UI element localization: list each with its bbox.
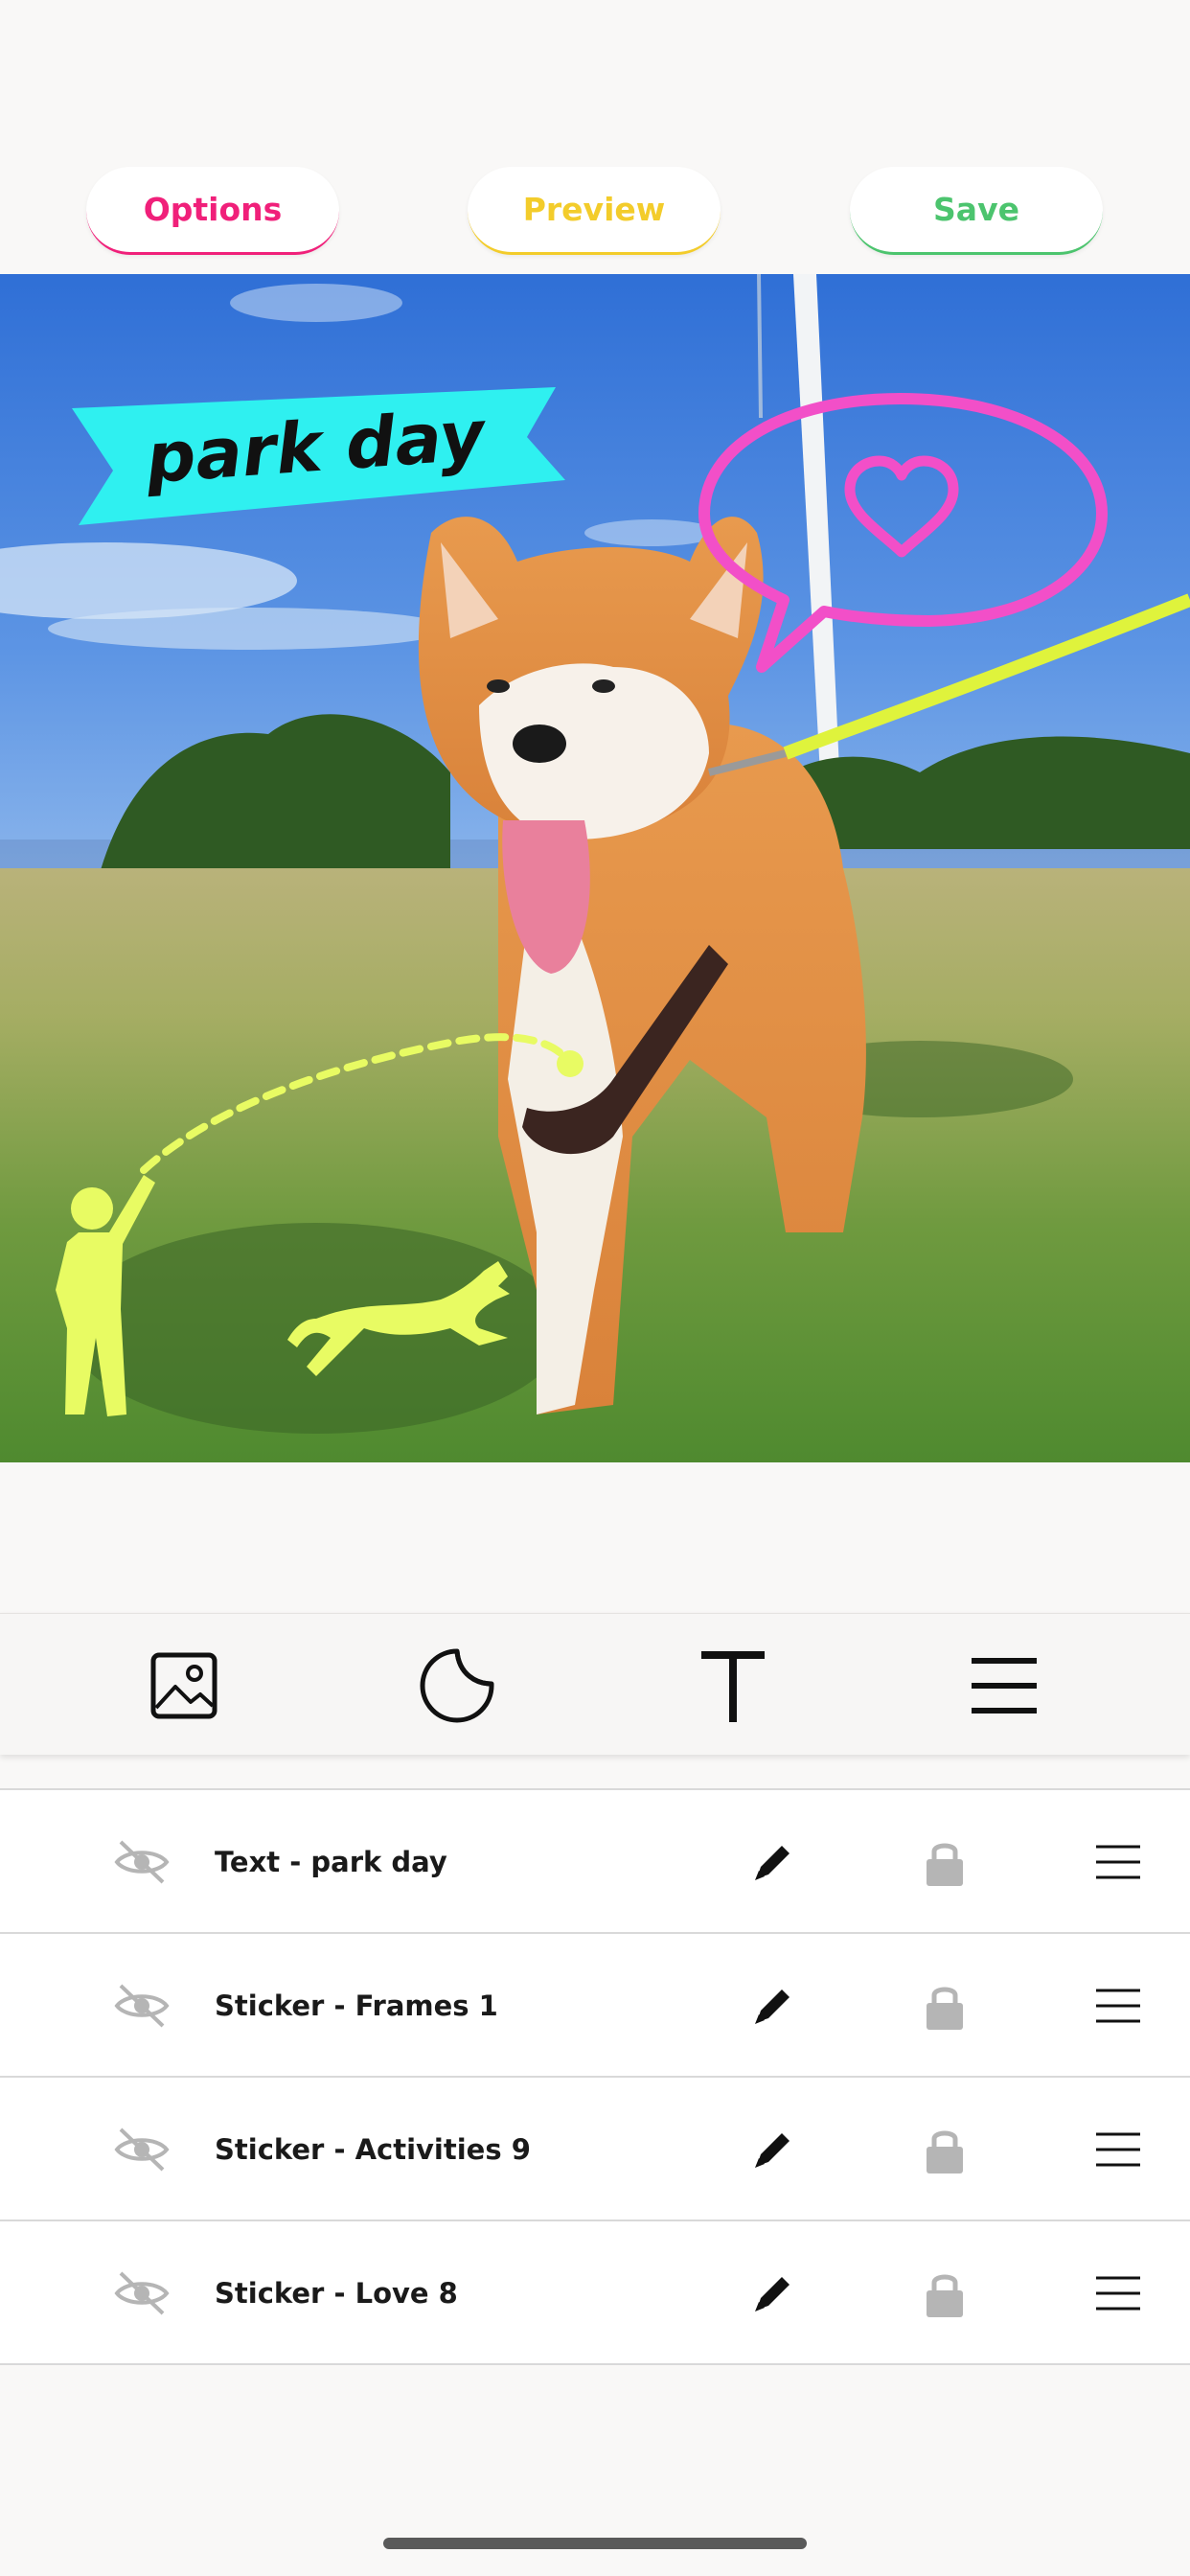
visibility-off-icon[interactable]: [113, 2269, 171, 2317]
layer-row[interactable]: Sticker - Frames 1: [0, 1934, 1190, 2078]
layer-name: Sticker - Activities 9: [215, 2133, 531, 2166]
image-icon: [150, 1652, 217, 1719]
preview-button[interactable]: Preview: [468, 167, 721, 255]
pencil-icon[interactable]: [747, 2126, 797, 2175]
top-bar: Options Preview Save: [0, 0, 1190, 274]
visibility-off-icon[interactable]: [113, 1838, 171, 1886]
drag-handle-icon[interactable]: [1094, 2274, 1142, 2312]
drag-handle-icon[interactable]: [1094, 1843, 1142, 1881]
bottom-toolbar: [0, 1613, 1190, 1755]
layer-name: Sticker - Love 8: [215, 2277, 458, 2310]
visibility-off-icon[interactable]: [113, 2126, 171, 2174]
pencil-icon[interactable]: [747, 1838, 797, 1888]
editor-canvas[interactable]: park day: [0, 274, 1190, 1462]
home-indicator: [383, 2538, 807, 2549]
layers-menu-button[interactable]: [961, 1643, 1047, 1729]
layers-list: Text - park day Sticker - Frames 1 Stick…: [0, 1788, 1190, 2365]
lock-icon[interactable]: [923, 1836, 967, 1888]
layer-name: Sticker - Frames 1: [215, 1990, 498, 2022]
drag-handle-icon[interactable]: [1094, 1987, 1142, 2025]
layer-row[interactable]: Text - park day: [0, 1790, 1190, 1934]
layers-menu-icon: [972, 1658, 1037, 1714]
text-icon: [701, 1651, 765, 1722]
photo-canvas[interactable]: park day: [0, 274, 1190, 1462]
options-button[interactable]: Options: [86, 167, 339, 255]
lock-icon[interactable]: [923, 2267, 967, 2319]
layer-row[interactable]: Sticker - Activities 9: [0, 2078, 1190, 2221]
drag-handle-icon[interactable]: [1094, 2130, 1142, 2169]
layer-row[interactable]: Sticker - Love 8: [0, 2221, 1190, 2365]
add-text-button[interactable]: [690, 1643, 776, 1729]
save-button[interactable]: Save: [850, 167, 1103, 255]
add-image-button[interactable]: [141, 1643, 227, 1729]
pencil-icon[interactable]: [747, 1982, 797, 2032]
visibility-off-icon[interactable]: [113, 1982, 171, 2030]
sticker-icon: [420, 1648, 494, 1723]
lock-icon[interactable]: [923, 1980, 967, 2032]
pencil-icon[interactable]: [747, 2269, 797, 2319]
layer-name: Text - park day: [215, 1846, 447, 1878]
add-sticker-button[interactable]: [414, 1643, 500, 1729]
lock-icon[interactable]: [923, 2124, 967, 2175]
